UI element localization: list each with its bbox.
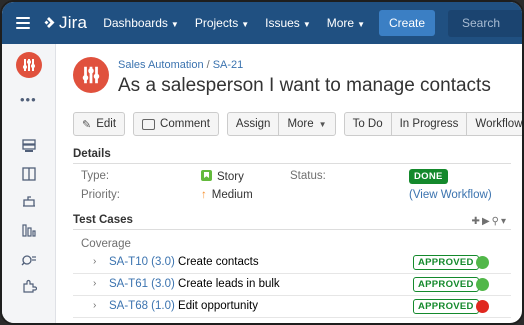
result-status-dot xyxy=(476,256,489,269)
story-icon xyxy=(201,170,212,181)
pencil-icon: ✎ xyxy=(82,118,92,131)
transition-group: To Do In Progress Workflow▼ xyxy=(343,112,523,136)
issue-summary[interactable]: As a salesperson I want to manage contac… xyxy=(118,75,491,97)
add-icon[interactable]: ✚ xyxy=(472,216,482,227)
chevron-down-icon: ▼ xyxy=(302,20,311,29)
nav-dashboards-label: Dashboards xyxy=(103,16,168,30)
breadcrumb: Sales Automation / SA-21 xyxy=(118,59,243,71)
nav-more[interactable]: More ▼ xyxy=(327,16,365,30)
test-case-link[interactable]: SA-T10 (3.0) xyxy=(109,256,175,268)
jira-logo-icon xyxy=(44,17,55,28)
more-button[interactable]: More ▼ xyxy=(278,112,336,136)
nav-issues[interactable]: Issues ▼ xyxy=(265,16,311,30)
result-status-dot xyxy=(476,300,489,313)
test-case-link[interactable]: SA-T68 (1.0) xyxy=(109,300,175,312)
chevron-right-icon[interactable]: › xyxy=(93,256,96,267)
board-icon[interactable] xyxy=(21,138,37,154)
project-avatar-large[interactable] xyxy=(73,57,109,93)
app-window: Jira Dashboards ▼ Projects ▼ Issues ▼ More ▼… xyxy=(0,0,524,325)
assign-button[interactable]: Assign xyxy=(226,112,280,136)
view-workflow-link[interactable]: (View Workflow) xyxy=(409,189,492,201)
run-icon[interactable]: ▶ xyxy=(482,216,492,227)
todo-button[interactable]: To Do xyxy=(343,112,392,136)
releases-icon[interactable] xyxy=(21,194,37,210)
comment-button[interactable]: Comment xyxy=(133,112,219,136)
edit-button[interactable]: ✎ Edit xyxy=(73,112,126,136)
comment-icon xyxy=(142,118,156,130)
test-case-row: › SA-T10 (3.0) Create contacts APPROVED xyxy=(73,252,511,274)
chevron-down-icon: ▼ xyxy=(318,119,327,129)
create-button[interactable]: Create xyxy=(379,10,436,36)
logo-text: Jira xyxy=(59,13,88,32)
chevron-right-icon[interactable]: › xyxy=(93,300,96,311)
status-badge: DONE xyxy=(409,169,448,184)
chevron-down-icon: ▼ xyxy=(170,20,179,29)
breadcrumb-project[interactable]: Sales Automation xyxy=(118,59,204,71)
nav-projects-label: Projects xyxy=(194,16,239,30)
test-case-tools[interactable]: ✚▶⚲▾ xyxy=(472,216,508,227)
coverage-label: Coverage xyxy=(81,238,131,250)
test-case-link[interactable]: SA-T61 (3.0) xyxy=(109,278,175,290)
search-tests-icon[interactable] xyxy=(21,250,37,266)
workflow-button[interactable]: Workflow▼ xyxy=(466,112,523,136)
reports-icon[interactable] xyxy=(21,222,37,238)
chevron-right-icon[interactable]: › xyxy=(93,278,96,289)
breadcrumb-separator: / xyxy=(206,59,210,71)
chevron-down-icon: ▼ xyxy=(357,20,365,29)
in-progress-button[interactable]: In Progress xyxy=(390,112,468,136)
test-case-text: SA-T68 (1.0) Edit opportunity xyxy=(109,300,258,312)
approved-badge: APPROVED xyxy=(413,277,479,292)
nav-projects[interactable]: Projects ▼ xyxy=(195,16,249,30)
type-value-text: Story xyxy=(217,171,244,183)
test-case-title: Edit opportunity xyxy=(178,300,258,312)
search-icon[interactable]: ⚲ xyxy=(492,216,501,227)
comment-label: Comment xyxy=(160,118,210,130)
sliders-icon xyxy=(23,59,35,71)
status-label: Status: xyxy=(290,170,326,182)
backlog-icon[interactable] xyxy=(21,166,37,182)
approved-badge: APPROVED xyxy=(413,255,479,270)
chevron-down-icon[interactable]: ▾ xyxy=(501,216,508,227)
app-switcher-icon[interactable] xyxy=(16,17,30,29)
more-label: More xyxy=(287,118,314,130)
result-status-dot xyxy=(476,278,489,291)
jira-logo[interactable]: Jira xyxy=(42,13,87,33)
project-avatar[interactable] xyxy=(16,52,42,78)
priority-value: ↑ Medium xyxy=(201,189,253,201)
nav-issues-label: Issues xyxy=(265,16,300,30)
issue-toolbar: ✎ Edit Comment Assign More ▼ To Do In Prog… xyxy=(73,112,523,136)
test-case-text: SA-T10 (3.0) Create contacts xyxy=(109,256,259,268)
search-input[interactable]: Search xyxy=(448,10,522,37)
priority-value-text: Medium xyxy=(211,189,253,201)
breadcrumb-issue-key[interactable]: SA-21 xyxy=(213,59,244,71)
priority-label: Priority: xyxy=(81,189,120,201)
arrow-up-icon: ↑ xyxy=(201,189,207,201)
chevron-down-icon: ▼ xyxy=(241,20,250,29)
top-navigation: Jira Dashboards ▼ Projects ▼ Issues ▼ More ▼… xyxy=(2,2,522,44)
details-heading[interactable]: Details xyxy=(73,148,511,164)
test-case-text: SA-T61 (3.0) Create leads in bulk xyxy=(109,278,280,290)
addons-icon[interactable] xyxy=(21,278,38,294)
sliders-icon xyxy=(82,66,100,84)
test-cases-heading[interactable]: Test Cases xyxy=(73,214,511,230)
type-label: Type: xyxy=(81,170,110,182)
test-case-title: Create leads in bulk xyxy=(178,278,280,290)
project-sidebar: ••• xyxy=(2,44,56,323)
action-group: Assign More ▼ xyxy=(226,112,336,136)
approved-badge: APPROVED xyxy=(413,299,479,314)
more-icon[interactable]: ••• xyxy=(20,92,37,107)
type-value: Story xyxy=(201,170,244,183)
nav-dashboards[interactable]: Dashboards ▼ xyxy=(103,16,179,30)
edit-label: Edit xyxy=(96,118,117,130)
test-case-title: Create contacts xyxy=(178,256,259,268)
test-case-row: › SA-T61 (3.0) Create leads in bulk APPR… xyxy=(73,274,511,296)
nav-more-label: More xyxy=(326,16,355,30)
workflow-label: Workflow xyxy=(475,118,523,130)
test-case-row: › SA-T68 (1.0) Edit opportunity APPROVED xyxy=(73,296,511,318)
issue-view: Sales Automation / SA-21 As a salesperson … xyxy=(57,44,522,323)
